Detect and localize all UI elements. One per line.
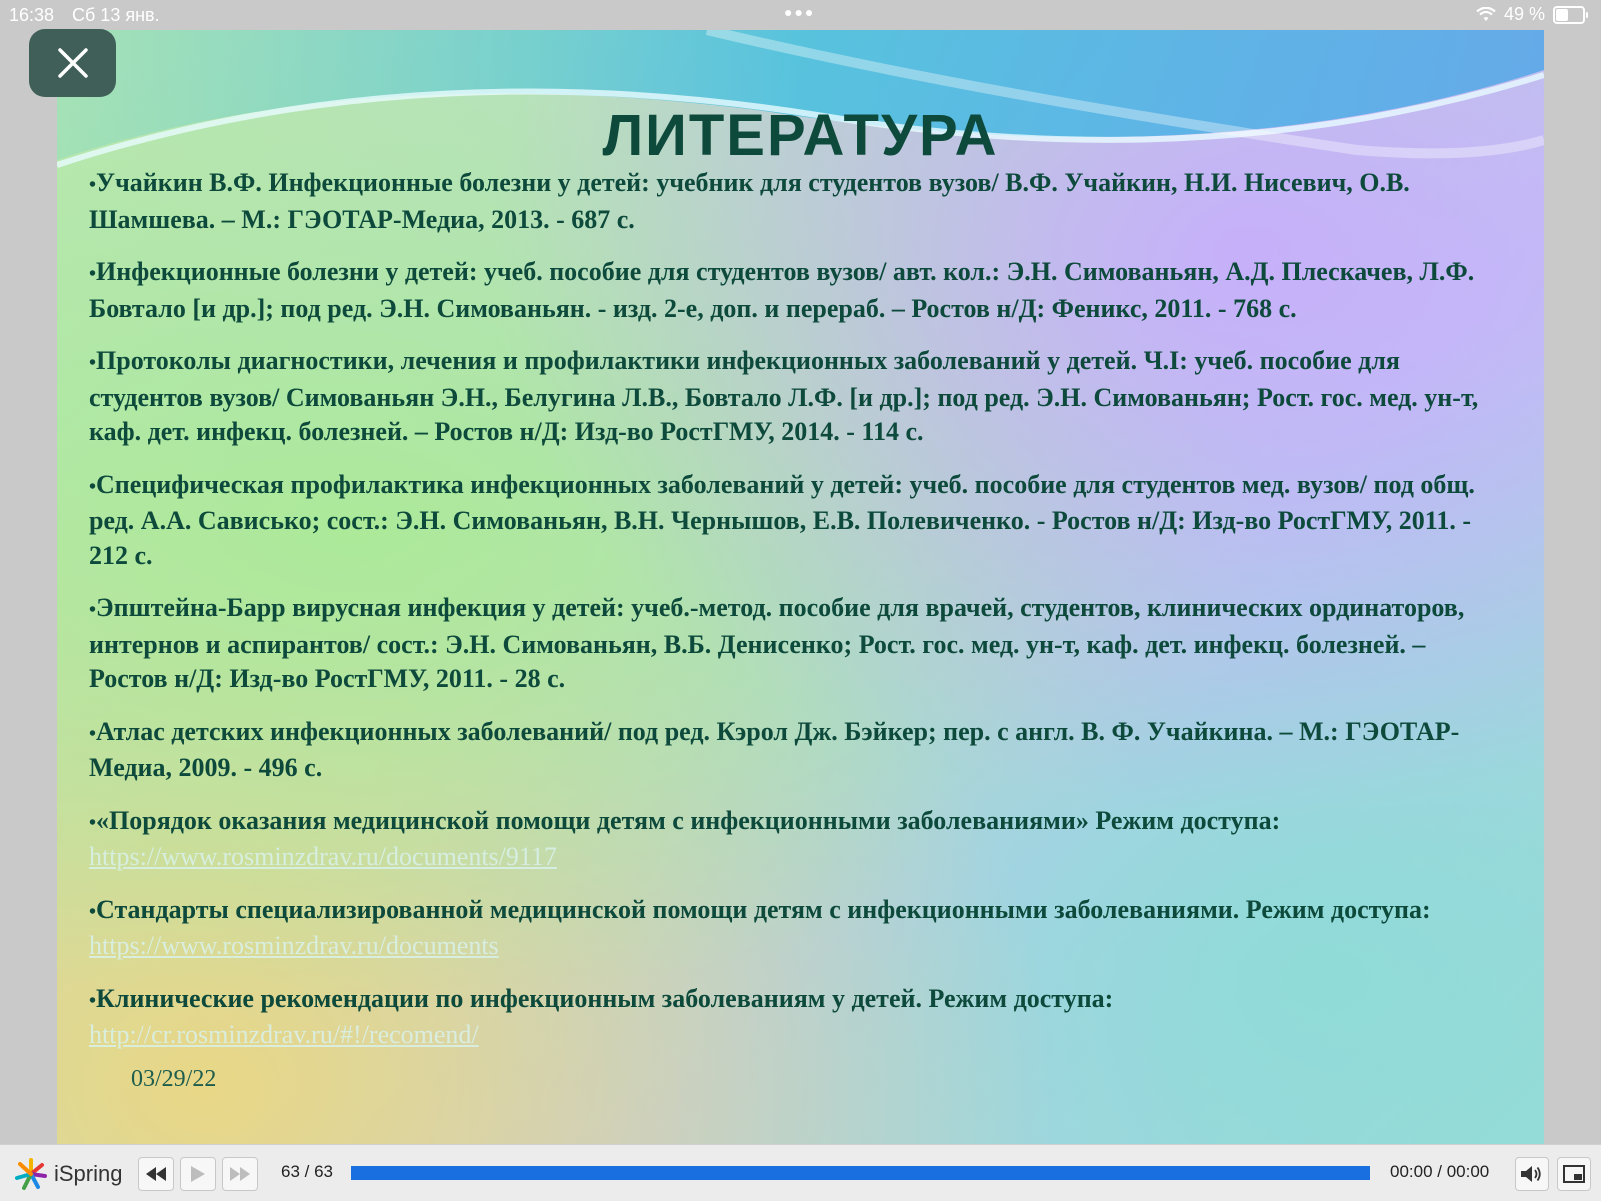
reference-item: •Инфекционные болезни у детей: учеб. пос… [89, 257, 1475, 323]
previous-slide-button[interactable] [138, 1157, 174, 1191]
rewind-icon [146, 1167, 166, 1181]
volume-icon [1521, 1166, 1541, 1182]
wifi-icon [1476, 6, 1496, 21]
reference-item: •Стандарты специализированной медицинско… [89, 894, 1431, 961]
play-icon [191, 1166, 205, 1182]
fullscreen-icon [1563, 1165, 1585, 1183]
status-date: Сб 13 янв. [72, 5, 160, 25]
status-time: 16:38 [9, 5, 55, 25]
playback-progress-bar[interactable] [351, 1166, 1370, 1180]
ispring-brand-text: iSpring [54, 1161, 123, 1186]
reference-item: •Протоколы диагностики, лечения и профил… [89, 346, 1479, 446]
reference-item: •Атлас детских инфекционных заболеваний/… [89, 716, 1460, 783]
play-button[interactable] [180, 1157, 216, 1191]
player-bar: iSpring 63 / 63 00:00 / 00:00 [0, 1144, 1601, 1201]
next-slide-button[interactable] [222, 1157, 258, 1191]
link-rosminzdrav-9117[interactable]: https://www.rosminzdrav.ru/documents/911… [89, 842, 557, 871]
close-icon [57, 48, 88, 78]
timecode: 00:00 / 00:00 [1390, 1162, 1490, 1181]
reference-item: •«Порядок оказания медицинской помощи де… [89, 805, 1281, 872]
ispring-logo-icon [15, 1158, 47, 1190]
link-rosminzdrav-documents[interactable]: https://www.rosminzdrav.ru/documents [89, 931, 499, 960]
reference-list: •Учайкин В.Ф. Инфекционные болезни у дет… [89, 166, 1509, 1071]
status-bar: 16:38 Сб 13 янв. ●●● 49 % [0, 0, 1601, 30]
battery-icon [1553, 5, 1588, 24]
reference-item: •Учайкин В.Ф. Инфекционные болезни у дет… [89, 168, 1410, 234]
reference-item: •Клинические рекомендации по инфекционны… [89, 983, 1114, 1050]
battery-percent: 49 % [1503, 4, 1545, 24]
status-right: 49 % [1476, 4, 1588, 25]
slide-date: 03/29/22 [131, 1066, 217, 1092]
progress-fill [351, 1166, 1370, 1180]
multitask-dots-icon[interactable]: ●●● [784, 4, 815, 20]
link-cr-rosminzdrav[interactable]: http://cr.rosminzdrav.ru/#!/recomend/ [89, 1020, 479, 1049]
reference-item: •Специфическая профилактика инфекционных… [89, 469, 1475, 570]
ispring-logo: iSpring [14, 1157, 122, 1191]
close-button[interactable] [29, 29, 116, 97]
volume-button[interactable] [1515, 1157, 1549, 1191]
fullscreen-button[interactable] [1557, 1157, 1591, 1191]
slide: ЛИТЕРАТУРА •Учайкин В.Ф. Инфекционные бо… [57, 30, 1544, 1144]
slide-title: ЛИТЕРАТУРА [602, 103, 999, 168]
fast-forward-icon [230, 1167, 250, 1181]
reference-item: •Эпштейна-Барр вирусная инфекция у детей… [89, 593, 1465, 693]
slide-counter: 63 / 63 [281, 1162, 333, 1181]
